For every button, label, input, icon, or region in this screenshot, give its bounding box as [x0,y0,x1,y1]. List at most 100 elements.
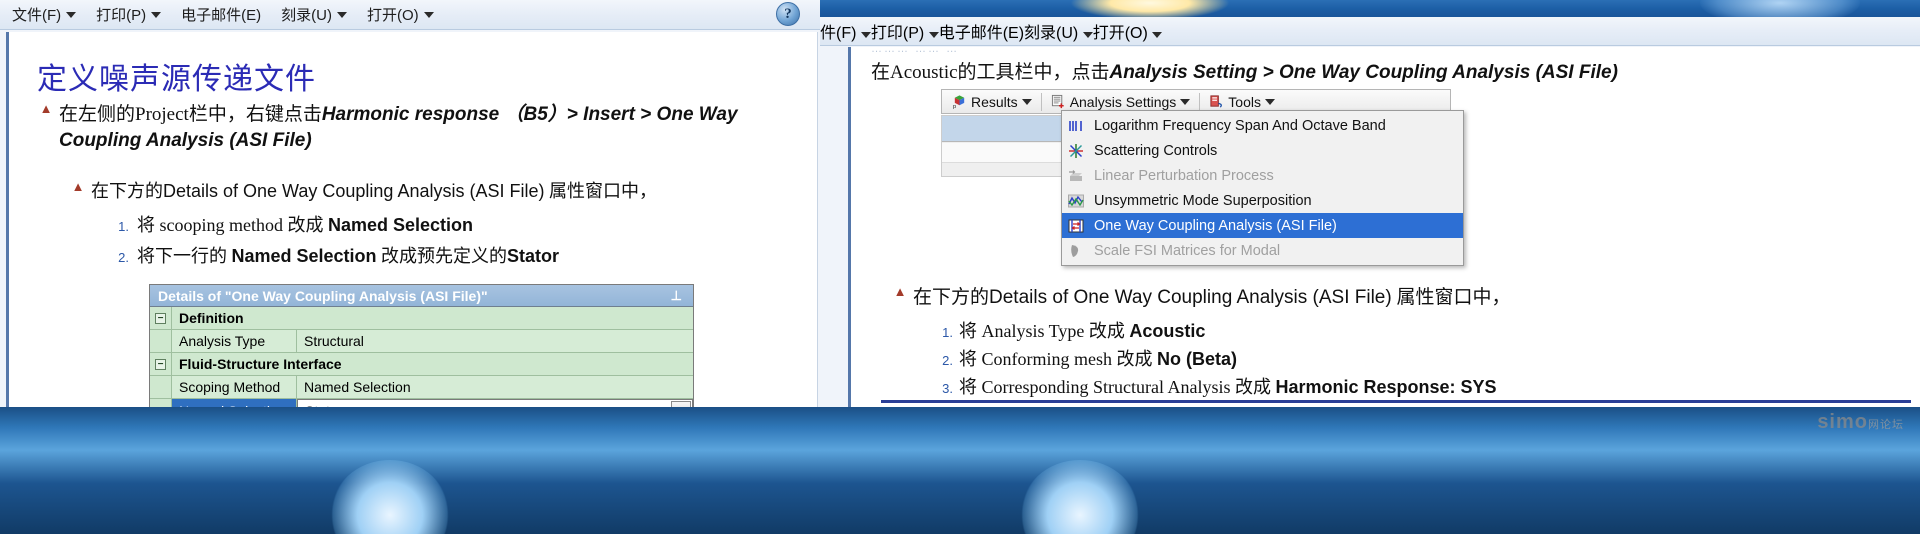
fsi-icon [1066,242,1086,260]
taskbar-orb-icon[interactable] [1020,460,1140,534]
menu-item-label: Linear Perturbation Process [1094,167,1274,184]
row-indent [150,330,172,352]
details-key: Scoping Method [172,376,297,398]
analysis-settings-icon [1051,94,1064,109]
right-line1-path: Analysis Setting > One Way Coupling Anal… [1109,62,1618,83]
list-number: 1. [942,325,953,340]
bullet2-cn-suffix: 属性窗口中， [544,181,657,201]
right-numbered-3-pre: 将 Corresponding Structural Analysis 改成 [959,377,1276,397]
bullet-marker-icon: ▲ [71,179,85,194]
chevron-down-icon [66,11,77,18]
toolbar-button-tools-label: Tools [1228,93,1261,110]
details-panel: Details of "One Way Coupling Analysis (A… [149,284,694,423]
faint-top-text: ……… …… … [871,43,960,55]
menu-item-open[interactable]: 打开(O) [357,2,444,28]
bullet1-cn-text: 在左侧的Project栏中，右键点击 [59,104,322,125]
watermark: simo网论坛 [1817,411,1904,434]
right-numbered-1-pre: 将 Analysis Type 改成 [959,321,1130,341]
menu-item-open-label: 打开(O) [366,7,419,24]
toolbar-button-results-label: Results [971,93,1018,110]
bullet-level2-1: ▲ 在下方的Details of One Way Coupling Analys… [71,180,801,203]
menu-item-email-label: 电子邮件(E) [938,25,1025,42]
chevron-down-icon[interactable] [1021,98,1032,105]
numbered-item-2: 2. 将下一行的 Named Selection 改成预先定义的Stator [109,245,559,268]
perturbation-icon [1066,167,1086,185]
help-icon[interactable]: ? [776,2,800,26]
left-menubar: 文件(F) 打印(P) 电子邮件(E) 刻录(U) 打开(O) ? [0,0,820,30]
chevron-down-icon[interactable] [1264,98,1275,105]
menu-item-open[interactable]: 打开(O) [1093,19,1163,43]
pin-icon[interactable]: ⊥ [671,288,685,304]
details-group-row-fsi[interactable]: − Fluid-Structure Interface [150,353,693,376]
details-value[interactable]: Structural [297,330,693,352]
menu-item-unsymmetric-mode-superposition[interactable]: Unsymmetric Mode Superposition [1062,188,1463,213]
coupling-icon [1066,217,1086,235]
numbered-2-pre: 将下一行的 [137,246,232,266]
menu-item-burn[interactable]: 刻录(U) [1024,19,1093,43]
right-numbered-item-1: 1. 将 Analysis Type 改成 Acoustic [933,319,1205,343]
menu-item-scattering-controls[interactable]: Scattering Controls [1062,138,1463,163]
numbered-1-pre: 将 scooping method 改成 [137,215,328,235]
details-group-row[interactable]: − Definition [150,307,693,330]
menu-item-print-label: 打印(P) [870,25,925,42]
left-window: 文件(F) 打印(P) 电子邮件(E) 刻录(U) 打开(O) ? 定义噪声源传… [0,0,820,534]
menu-item-print[interactable]: 打印(P) [871,19,939,43]
analysis-settings-dropdown: Logarithm Frequency Span And Octave Band [1061,110,1464,266]
right-numbered-1-bold: Acoustic [1129,321,1206,341]
toolbar-button-results[interactable]: p Results [946,91,1038,112]
wave-icon [1066,192,1086,210]
right-taskbar [820,407,1920,534]
details-group-label: Fluid-Structure Interface [179,356,342,372]
toolbar-button-tools[interactable]: Tools [1203,91,1281,112]
right-menubar: 件(F) 打印(P) 电子邮件(E) 刻录(U) 打开(O) [820,17,1920,46]
numbered-2-bold: Stator [507,246,560,266]
chevron-down-icon [860,32,871,38]
menu-item-logarithm-frequency[interactable]: Logarithm Frequency Span And Octave Band [1062,113,1463,138]
right-bullet2-cn-suffix: 属性窗口中， [1391,287,1511,308]
right-line1: 在Acoustic的工具栏中，点击Analysis Setting > One … [871,59,1911,88]
menu-item-burn[interactable]: 刻录(U) [271,2,357,28]
menu-item-one-way-coupling-analysis[interactable]: One Way Coupling Analysis (ASI File) [1062,213,1463,238]
details-value[interactable]: Named Selection [297,376,693,398]
chevron-down-icon [423,11,434,18]
details-row-analysis-type[interactable]: Analysis Type Structural [150,330,693,353]
chevron-down-icon [928,32,939,38]
titlebar-highlight-2 [1700,0,1860,17]
menu-item-print-label: 打印(P) [96,7,147,24]
toolbar-separator [1199,92,1201,111]
list-number: 3. [942,381,953,396]
menu-item-email[interactable]: 电子邮件(E) [171,2,271,28]
details-row-scoping-method[interactable]: Scoping Method Named Selection [150,376,693,399]
numbered-item-1: 1. 将 scooping method 改成 Named Selection [109,214,473,237]
page-title: 定义噪声源传递文件 [37,63,316,96]
menu-item-file[interactable]: 件(F) [820,19,871,43]
chevron-down-icon[interactable] [1180,98,1191,105]
collapse-toggle-icon[interactable]: − [150,307,172,329]
menu-item-linear-perturbation: Linear Perturbation Process [1062,163,1463,188]
menu-item-label: Logarithm Frequency Span And Octave Band [1094,117,1386,134]
watermark-subtext: 网论坛 [1868,419,1904,431]
right-bullet-level2: ▲ 在下方的Details of One Way Coupling Analys… [893,285,1903,311]
menu-item-open-label: 打开(O) [1092,25,1148,42]
menu-item-email[interactable]: 电子邮件(E) [939,19,1024,43]
right-bullet2-cn-prefix: 在下方的 [913,287,990,308]
toolbar-separator [1040,92,1042,111]
bars-icon [1066,117,1086,135]
right-numbered-item-2: 2. 将 Conforming mesh 改成 No (Beta) [933,347,1237,371]
numbered-2-midbold: Named Selection [231,246,377,266]
bullet-marker-icon: ▲ [893,284,907,299]
collapse-toggle-icon[interactable]: − [150,353,172,375]
list-number: 2. [942,353,953,368]
menu-item-label: Scale FSI Matrices for Modal [1094,242,1281,259]
menu-item-print[interactable]: 打印(P) [86,2,171,28]
taskbar-orb-icon[interactable] [330,460,450,534]
row-indent [150,376,172,398]
menu-item-email-label: 电子邮件(E) [181,7,262,24]
list-number: 1. [118,219,129,234]
toolbar-button-analysis-settings[interactable]: Analysis Settings [1045,91,1197,112]
right-window: 件(F) 打印(P) 电子邮件(E) 刻录(U) 打开(O) ……… …… … [820,0,1920,534]
left-taskbar [0,407,820,534]
menu-item-file[interactable]: 文件(F) [0,2,86,28]
minus-icon: − [155,312,166,324]
right-titlebar [820,0,1920,17]
